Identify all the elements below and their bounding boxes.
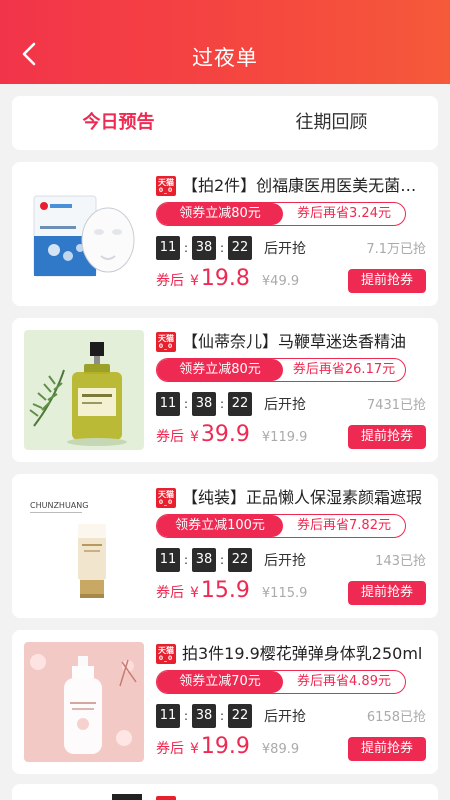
tmall-badge: 天猫 0_0 [156, 644, 176, 664]
coupon-badge: 领券立减100元 券后再省7.82元 [156, 514, 406, 538]
sold-count: 143已抢 [375, 554, 426, 569]
brand-text: CHUNZHUANG [30, 501, 88, 510]
currency-symbol: ¥ [190, 429, 199, 445]
coupon-badge: 领券立减70元 券后再省4.89元 [156, 670, 406, 694]
price-label: 券后 [156, 741, 184, 757]
original-price: ¥115.9 [261, 586, 308, 601]
price-label: 券后 [156, 585, 184, 601]
price: 15.9 [200, 578, 250, 603]
coupon-savings: 券后再省26.17元 [292, 362, 396, 377]
countdown-timer: 11 : 38 : 22 后开抢 [156, 392, 306, 416]
tmall-badge: 天猫 0_0 [156, 332, 176, 352]
product-image[interactable]: CHUNZHUANG [24, 486, 144, 606]
timer-seconds: 22 [228, 548, 252, 572]
timer-seconds: 22 [228, 236, 252, 260]
currency-symbol: ¥ [190, 741, 199, 757]
countdown-timer: 11 : 38 : 22 后开抢 [156, 548, 306, 572]
timer-label: 后开抢 [264, 241, 306, 257]
timer-seconds: 22 [228, 392, 252, 416]
timer-label: 后开抢 [264, 553, 306, 569]
product-card[interactable]: 天猫0_0 【拍2件】创福康医用医美无菌敷料胶原贴 领券立减80元 券后再省3.… [12, 162, 438, 306]
sold-count: 6158已抢 [366, 710, 426, 725]
countdown-timer: 11 : 38 : 22 后开抢 [156, 236, 306, 260]
coupon-badge: 领券立减80元 券后再省3.24元 [156, 202, 406, 226]
price-label: 券后 [156, 429, 184, 445]
price-line: 券后 ¥ 15.9 ¥115.9 [156, 578, 307, 606]
sold-count: 7431已抢 [366, 398, 426, 413]
grab-coupon-button[interactable]: 提前抢券 [348, 425, 426, 449]
currency-symbol: ¥ [190, 585, 199, 601]
product-title[interactable]: 【拍2件】创福康医用医美无菌敷料胶原贴 [182, 174, 428, 198]
product-image [112, 794, 142, 800]
coupon-savings: 券后再省7.82元 [297, 518, 391, 533]
product-image[interactable] [24, 642, 144, 762]
price: 19.8 [200, 266, 250, 291]
timer-hours: 11 [156, 392, 180, 416]
tab-today-preview[interactable]: 今日预告 [12, 96, 225, 150]
coupon-amount: 领券立减100元 [157, 515, 283, 537]
tmall-badge: 天猫 0_0 [156, 176, 176, 196]
coupon-savings: 券后再省4.89元 [297, 674, 391, 689]
tmall-badge [156, 796, 176, 800]
page-title: 过夜单 [192, 46, 258, 70]
timer-seconds: 22 [228, 704, 252, 728]
grab-coupon-button[interactable]: 提前抢券 [348, 581, 426, 605]
product-card[interactable]: 天猫 0_0 【仙蒂奈儿】马鞭草迷迭香精油 领券立减80元 券后再省26.17元 … [12, 318, 438, 462]
product-title[interactable]: 拍3件19.9樱花弹弹身体乳250ml [182, 642, 428, 666]
timer-minutes: 38 [192, 236, 216, 260]
timer-hours: 11 [156, 236, 180, 260]
timer-minutes: 38 [192, 392, 216, 416]
product-title[interactable]: 【纯装】正品懒人保湿素颜霜遮瑕 [182, 486, 428, 510]
product-image[interactable] [24, 174, 144, 294]
price-line: 券后 ¥ 19.8 ¥49.9 [156, 266, 299, 294]
coupon-amount: 领券立减80元 [157, 203, 283, 225]
currency-symbol: ¥ [190, 273, 199, 289]
tmall-badge: 天猫 0_0 [156, 488, 176, 508]
grab-coupon-button[interactable]: 提前抢券 [348, 269, 426, 293]
tab-past-review[interactable]: 往期回顾 [225, 96, 438, 150]
timer-hours: 11 [156, 704, 180, 728]
product-image[interactable] [24, 330, 144, 450]
product-card[interactable]: CHUNZHUANG 天猫 0_0 【纯装】正品懒人保湿素颜霜遮瑕 领券立减100… [12, 474, 438, 618]
original-price: ¥119.9 [261, 430, 308, 445]
product-card[interactable]: 天猫 0_0 拍3件19.9樱花弹弹身体乳250ml 领券立减70元 券后再省4.… [12, 630, 438, 774]
coupon-amount: 领券立减80元 [157, 359, 283, 381]
timer-minutes: 38 [192, 548, 216, 572]
price-label: 券后 [156, 273, 184, 289]
price-line: 券后 ¥ 39.9 ¥119.9 [156, 422, 307, 450]
original-price: ¥89.9 [261, 742, 300, 757]
grab-coupon-button[interactable]: 提前抢券 [348, 737, 426, 761]
product-card-partial[interactable] [12, 784, 438, 800]
tab-bar: 今日预告 往期回顾 [12, 96, 438, 150]
timer-hours: 11 [156, 548, 180, 572]
sold-count: 7.1万已抢 [366, 242, 426, 257]
timer-minutes: 38 [192, 704, 216, 728]
timer-label: 后开抢 [264, 709, 306, 725]
countdown-timer: 11 : 38 : 22 后开抢 [156, 704, 306, 728]
price: 39.9 [200, 422, 250, 447]
original-price: ¥49.9 [261, 274, 300, 289]
coupon-badge: 领券立减80元 券后再省26.17元 [156, 358, 406, 382]
product-title[interactable]: 【仙蒂奈儿】马鞭草迷迭香精油 [182, 330, 428, 354]
coupon-savings: 券后再省3.24元 [297, 206, 391, 221]
coupon-amount: 领券立减70元 [157, 671, 283, 693]
price-line: 券后 ¥ 19.9 ¥89.9 [156, 734, 299, 762]
price: 19.9 [200, 734, 250, 759]
timer-label: 后开抢 [264, 397, 306, 413]
app-header: 过夜单 [0, 0, 450, 84]
